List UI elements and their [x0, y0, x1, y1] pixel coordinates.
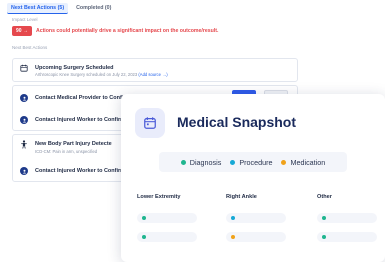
column-right-ankle: Right Ankle [226, 194, 257, 200]
snapshot-entry[interactable] [226, 232, 286, 242]
procedure-dot-icon [231, 216, 235, 220]
medication-dot-icon [231, 235, 235, 239]
action-card-surgery[interactable]: Upcoming Surgery Scheduled Arthroscopic … [12, 58, 298, 82]
action-subtitle-text: Arthroscopic Knee Surgery scheduled on J… [35, 72, 138, 77]
impact-row: 90 → Actions could potentially drive a s… [12, 26, 218, 36]
add-source-link[interactable]: (Add source →) [138, 72, 167, 77]
action-title: Contact Injured Worker to Confirm [35, 168, 126, 174]
impact-level-label: Impact Level [12, 17, 38, 22]
diagnosis-dot-icon [180, 159, 186, 165]
snapshot-entry[interactable] [226, 213, 286, 223]
diagnosis-dot-icon [142, 235, 146, 239]
calendar-icon [135, 108, 165, 138]
legend-procedure: Procedure [230, 158, 272, 167]
medical-snapshot-card: Medical Snapshot Diagnosis Procedure Med… [121, 94, 385, 262]
snapshot-entry[interactable] [317, 213, 377, 223]
legend: Diagnosis Procedure Medication [159, 152, 347, 172]
legend-label: Diagnosis [189, 157, 222, 167]
diagnosis-dot-icon [142, 216, 146, 220]
impact-text: Actions could potentially drive a signif… [35, 28, 219, 34]
calendar-icon [19, 63, 29, 73]
procedure-dot-icon [230, 159, 236, 165]
impact-score-badge: 90 → [12, 26, 32, 36]
action-title: Contact Injured Worker to Confirm [35, 117, 126, 123]
user-icon [19, 93, 29, 103]
column-lower-extremity: Lower Extremity [137, 194, 181, 200]
snapshot-entry[interactable] [317, 232, 377, 242]
user-icon [19, 166, 29, 176]
action-subtitle: Arthroscopic Knee Surgery scheduled on J… [35, 72, 168, 77]
snapshot-entry[interactable] [137, 232, 197, 242]
next-best-actions-label: Next Best Actions [12, 45, 48, 50]
column-other: Other [317, 194, 332, 200]
diagnosis-dot-icon [322, 235, 326, 239]
snapshot-entry[interactable] [137, 213, 197, 223]
legend-label: Medication [290, 157, 326, 167]
tab-next-best-actions[interactable]: Next Best Actions (5) [7, 3, 69, 14]
diagnosis-dot-icon [322, 216, 326, 220]
legend-diagnosis: Diagnosis [180, 157, 222, 167]
action-title: Upcoming Surgery Scheduled [35, 65, 114, 71]
action-subtitle: ICD-CM: Pain in arm, unspecified [35, 149, 98, 154]
legend-label: Procedure [239, 157, 273, 167]
tab-completed[interactable]: Completed (0) [72, 3, 115, 14]
user-icon [19, 115, 29, 125]
medication-dot-icon [281, 159, 287, 165]
tab-bar: Next Best Actions (5) Completed (0) [7, 3, 115, 14]
legend-medication: Medication [281, 158, 325, 167]
action-title: New Body Part Injury Detecte [35, 141, 112, 147]
body-icon [19, 139, 29, 149]
snapshot-title: Medical Snapshot [177, 114, 297, 130]
